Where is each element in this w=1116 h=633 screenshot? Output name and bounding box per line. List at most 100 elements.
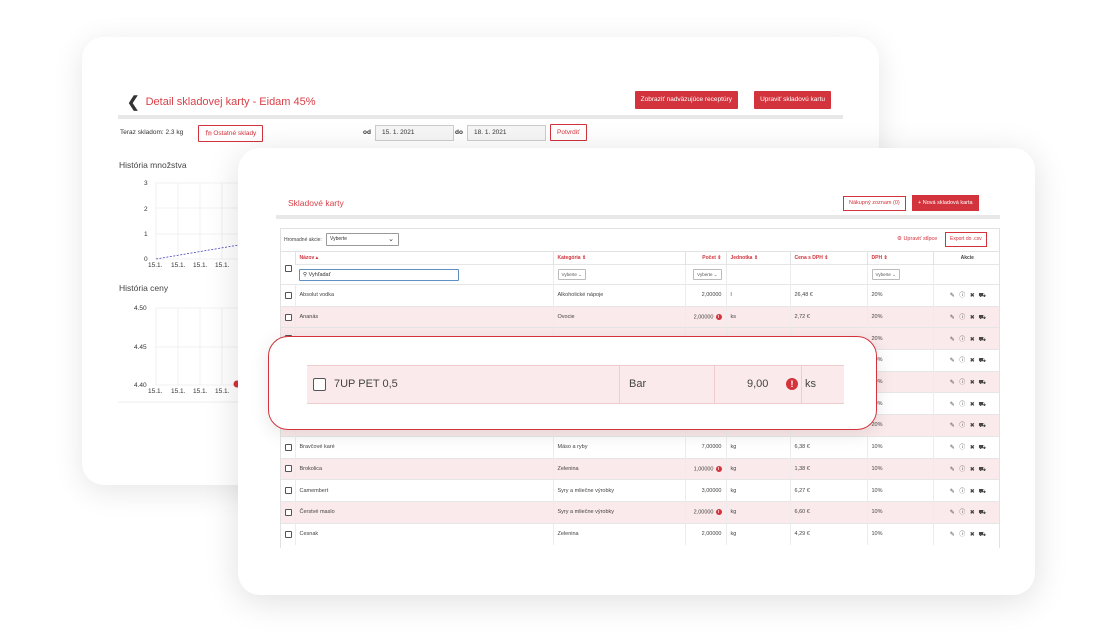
warning-icon: ! bbox=[786, 378, 798, 390]
cart-icon[interactable]: ⛟ bbox=[977, 379, 987, 387]
delete-icon[interactable]: ✖ bbox=[967, 531, 977, 538]
info-icon[interactable]: ⓘ bbox=[957, 529, 967, 538]
count-filter-select[interactable]: Vyberte ⌄ bbox=[693, 269, 722, 280]
stock-label: Teraz skladom: 2.3 kg bbox=[120, 129, 184, 136]
callout-table-row[interactable]: 7UP PET 0,5 Bar 9,00 ! ks bbox=[307, 365, 844, 404]
cell-unit: l bbox=[730, 292, 732, 299]
cart-icon[interactable]: ⛟ bbox=[977, 357, 987, 365]
cart-icon[interactable]: ⛟ bbox=[977, 531, 987, 539]
cell-count-container: 2,00000 bbox=[684, 522, 726, 545]
search-input[interactable]: ⚲ Vyhľadať bbox=[299, 268, 459, 281]
edit-icon[interactable]: ✎ bbox=[947, 531, 957, 538]
info-icon[interactable]: ⓘ bbox=[957, 442, 967, 451]
edit-icon[interactable]: ✎ bbox=[947, 379, 957, 386]
x-tick: 15.1. bbox=[171, 262, 186, 269]
zoom-callout: 7UP PET 0,5 Bar 9,00 ! ks bbox=[268, 336, 877, 430]
info-icon[interactable]: ⓘ bbox=[957, 290, 967, 299]
delete-icon[interactable]: ✖ bbox=[967, 357, 977, 364]
col-header-unit[interactable]: Jednotka ⇕ bbox=[725, 251, 790, 265]
delete-icon[interactable]: ✖ bbox=[967, 422, 977, 429]
delete-icon[interactable]: ✖ bbox=[967, 466, 977, 473]
table-row[interactable]: Ananás Ovocie 2,00000! ks 2,72 € 20% ✎ ⓘ ✖ ⛟ bbox=[281, 305, 999, 328]
row-select bbox=[281, 435, 295, 458]
y-tick: 4.40 bbox=[134, 382, 147, 389]
table-row[interactable]: Bravčové karé Mäso a ryby 7,00000 kg 6,38 € 1… bbox=[281, 435, 999, 458]
to-date-input[interactable]: 18. 1. 2021 bbox=[467, 125, 546, 141]
edit-icon[interactable]: ✎ bbox=[947, 509, 957, 516]
edit-columns-link[interactable]: ⚙ Upraviť stĺpce bbox=[897, 236, 937, 242]
row-checkbox[interactable] bbox=[285, 487, 292, 495]
cart-icon[interactable]: ⛟ bbox=[977, 292, 987, 300]
table-row[interactable]: Brokolica Zelenina 1,00000! kg 1,38 € 10% ✎ ⓘ ✖ ⛟ bbox=[281, 457, 999, 480]
edit-icon[interactable]: ✎ bbox=[947, 292, 957, 299]
delete-icon[interactable]: ✖ bbox=[967, 401, 977, 408]
cell-category: Mäso a ryby bbox=[557, 444, 588, 451]
delete-icon[interactable]: ✖ bbox=[967, 314, 977, 321]
delete-icon[interactable]: ✖ bbox=[967, 292, 977, 299]
cart-icon[interactable]: ⛟ bbox=[977, 401, 987, 409]
x-tick: 15.1. bbox=[148, 262, 163, 269]
info-icon[interactable]: ⓘ bbox=[957, 355, 967, 364]
cart-icon[interactable]: ⛟ bbox=[977, 488, 987, 496]
confirm-button[interactable]: Potvrdiť bbox=[550, 124, 587, 141]
other-stocks-button[interactable]: ㎙ Ostatné sklady bbox=[198, 125, 264, 142]
delete-icon[interactable]: ✖ bbox=[967, 336, 977, 343]
edit-icon[interactable]: ✎ bbox=[947, 314, 957, 321]
col-header-name[interactable]: Názov ▴ bbox=[294, 251, 553, 265]
delete-icon[interactable]: ✖ bbox=[967, 379, 977, 386]
export-csv-button[interactable]: Export do .csv bbox=[945, 232, 987, 247]
col-header-category[interactable]: Kategória ⇕ bbox=[552, 251, 685, 265]
shopping-list-button[interactable]: Nákupný zoznam (0) bbox=[843, 196, 906, 211]
table-row[interactable]: Absolut vodka Alkoholické nápoje 2,00000 l 2… bbox=[281, 284, 999, 307]
delete-icon[interactable]: ✖ bbox=[967, 444, 977, 451]
row-checkbox[interactable] bbox=[285, 465, 292, 473]
new-card-button[interactable]: + Nová skladová karta bbox=[912, 195, 979, 211]
info-icon[interactable]: ⓘ bbox=[957, 464, 967, 473]
edit-icon[interactable]: ✎ bbox=[947, 422, 957, 429]
row-checkbox[interactable] bbox=[285, 291, 292, 299]
cart-icon[interactable]: ⛟ bbox=[977, 422, 987, 430]
info-icon[interactable]: ⓘ bbox=[957, 312, 967, 321]
info-icon[interactable]: ⓘ bbox=[957, 507, 967, 516]
delete-icon[interactable]: ✖ bbox=[967, 509, 977, 516]
select-all-checkbox[interactable] bbox=[285, 264, 292, 272]
cart-icon[interactable]: ⛟ bbox=[977, 466, 987, 474]
row-checkbox[interactable] bbox=[285, 530, 292, 538]
delete-icon[interactable]: ✖ bbox=[967, 488, 977, 495]
info-icon[interactable]: ⓘ bbox=[957, 420, 967, 429]
y-tick: 4.45 bbox=[134, 344, 147, 351]
from-date-input[interactable]: 15. 1. 2021 bbox=[375, 125, 454, 141]
edit-icon[interactable]: ✎ bbox=[947, 488, 957, 495]
col-header-vat[interactable]: DPH ⇕ bbox=[866, 251, 933, 265]
bulk-actions-select[interactable]: Vyberte ⌄ bbox=[326, 233, 399, 246]
row-checkbox[interactable] bbox=[285, 508, 292, 516]
cart-icon[interactable]: ⛟ bbox=[977, 509, 987, 517]
info-icon[interactable]: ⓘ bbox=[957, 399, 967, 408]
col-header-price[interactable]: Cena s DPH ⇕ bbox=[789, 251, 867, 265]
table-row[interactable]: Camembert Syry a mliečne výrobky 3,00000 kg… bbox=[281, 479, 999, 502]
info-icon[interactable]: ⓘ bbox=[957, 334, 967, 343]
show-recipes-button[interactable]: Zobraziť nadväzujúce receptúry bbox=[634, 91, 738, 109]
info-icon[interactable]: ⓘ bbox=[957, 486, 967, 495]
edit-card-button[interactable]: Upraviť skladovú kartu bbox=[754, 91, 831, 109]
edit-icon[interactable]: ✎ bbox=[947, 401, 957, 408]
table-row[interactable]: Čerstvé maslo Syry a mliečne výrobky 2,000… bbox=[281, 500, 999, 524]
row-checkbox[interactable] bbox=[285, 443, 292, 451]
row-checkbox[interactable] bbox=[285, 313, 292, 321]
table-row[interactable]: Cesnak Zelenina 2,00000 kg 4,29 € 10% ✎ ⓘ ✖ ⛟ bbox=[281, 522, 999, 545]
cart-icon[interactable]: ⛟ bbox=[977, 444, 987, 452]
edit-icon[interactable]: ✎ bbox=[947, 357, 957, 364]
cart-icon[interactable]: ⛟ bbox=[977, 314, 987, 322]
edit-icon[interactable]: ✎ bbox=[947, 336, 957, 343]
row-checkbox[interactable] bbox=[313, 378, 326, 391]
category-filter-select[interactable]: Vyberte ⌄ bbox=[557, 269, 586, 280]
back-arrow-icon[interactable]: ❮ bbox=[127, 93, 140, 111]
info-icon[interactable]: ⓘ bbox=[957, 377, 967, 386]
edit-icon[interactable]: ✎ bbox=[947, 444, 957, 451]
y-tick: 2 bbox=[144, 206, 148, 213]
cell-count: 1,00000 bbox=[693, 466, 714, 473]
vat-filter-select[interactable]: Vyberte ⌄ bbox=[871, 269, 900, 280]
col-header-count[interactable]: Počet ⇕ bbox=[684, 251, 726, 265]
edit-icon[interactable]: ✎ bbox=[947, 466, 957, 473]
cart-icon[interactable]: ⛟ bbox=[977, 336, 987, 344]
